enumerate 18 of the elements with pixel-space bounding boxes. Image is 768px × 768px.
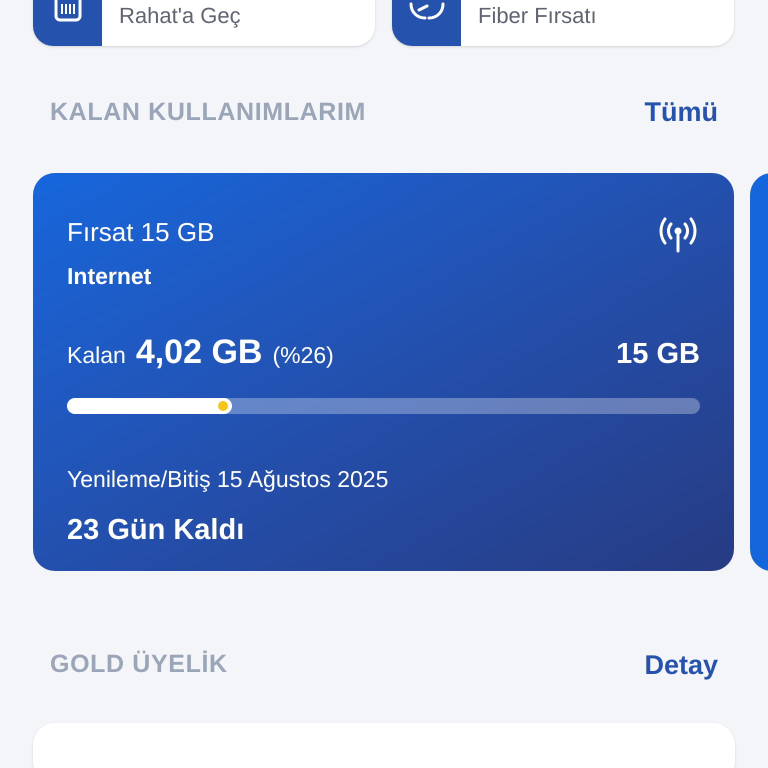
remaining-percent: (%26): [272, 341, 334, 370]
section-title: GOLD ÜYELİK: [50, 649, 228, 680]
shortcut-label: Rahat'a Geç: [119, 2, 241, 30]
renewal-date: Yenileme/Bitiş 15 Ağustos 2025: [67, 465, 390, 494]
shortcut-card[interactable]: Fiber Fırsatı: [392, 0, 734, 46]
remaining-label: Kalan: [67, 341, 126, 370]
total-amount: 15 GB: [616, 337, 700, 372]
progress-marker-icon: [218, 401, 228, 411]
sim-card-icon: [52, 0, 82, 24]
shortcut-label: Fiber Fırsatı: [478, 2, 597, 30]
shortcut-card[interactable]: Rahat'a Geç: [33, 0, 375, 46]
days-left: 23 Gün Kaldı: [67, 512, 246, 548]
all-link[interactable]: Tümü: [644, 92, 718, 132]
remaining-amount: 4,02 GB: [136, 332, 262, 373]
service-type: Internet: [67, 262, 152, 290]
section-title: KALAN KULLANIMLARIM: [50, 96, 366, 128]
package-name: Fırsat 15 GB: [67, 216, 214, 248]
detail-link[interactable]: Detay: [644, 644, 718, 685]
